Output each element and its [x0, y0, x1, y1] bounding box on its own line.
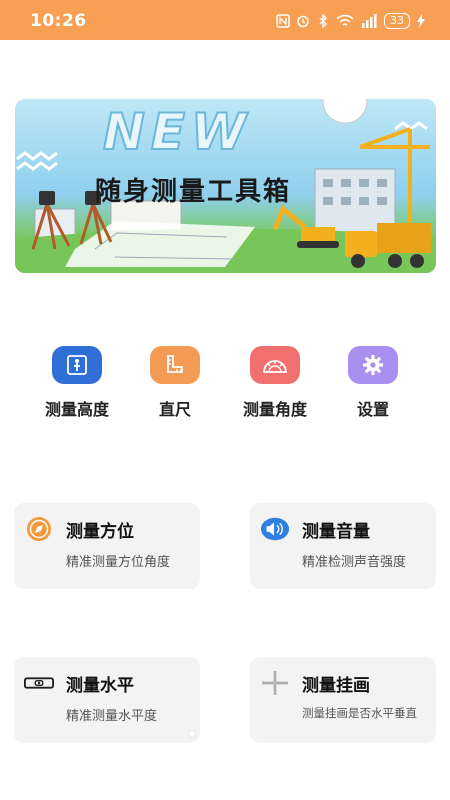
banner-new-text: NEW: [102, 102, 253, 162]
protractor-icon: [250, 346, 300, 384]
gear-icon: [348, 346, 398, 384]
tool-label: 测量高度: [44, 400, 109, 419]
card-header: 测量方位: [24, 515, 134, 543]
card-header: 测量挂画: [260, 669, 370, 697]
tool-label: 设置: [356, 400, 389, 419]
banner-title: 随身测量工具箱: [95, 177, 292, 207]
ruler-icon: [150, 346, 200, 384]
signal-icon: [362, 14, 377, 28]
status-time: 10:26: [30, 11, 87, 31]
card-subtitle: 精准测量方位角度: [66, 555, 171, 570]
crosshair-icon: [260, 669, 290, 697]
tool-settings[interactable]: 设置: [323, 346, 423, 420]
card-measure-volume[interactable]: 测量音量 精准检测声音强度: [250, 503, 436, 589]
card-subtitle: 测量挂画是否水平垂直: [302, 706, 417, 720]
card-title: 测量挂画: [302, 675, 370, 696]
promo-banner[interactable]: NEW 随身测量工具箱: [15, 99, 436, 273]
tool-measure-angle[interactable]: 测量角度: [225, 346, 325, 420]
level-icon: [24, 669, 54, 697]
status-bar: 10:26 33: [0, 0, 450, 40]
wifi-icon: [336, 14, 354, 26]
status-icons: 33: [276, 12, 426, 30]
card-subtitle: 精准测量水平度: [66, 709, 158, 724]
nfc-icon: [276, 14, 290, 28]
card-measure-direction[interactable]: 测量方位 精准测量方位角度: [14, 503, 200, 589]
tool-grid: 测量高度 直尺 测量角度 设置: [0, 346, 450, 426]
card-header: 测量音量: [260, 515, 370, 543]
card-title: 测量方位: [66, 521, 134, 542]
card-header: 测量水平: [24, 669, 134, 697]
card-subtitle: 精准检测声音强度: [302, 555, 407, 570]
card-measure-level[interactable]: 测量水平 精准测量水平度: [14, 657, 200, 743]
sound-icon: [260, 515, 290, 543]
card-title: 测量音量: [302, 521, 370, 542]
card-measure-picture-hanging[interactable]: 测量挂画 测量挂画是否水平垂直: [250, 657, 436, 743]
tool-label: 直尺: [158, 400, 191, 419]
compass-icon: [24, 515, 54, 543]
bluetooth-icon: [319, 14, 327, 28]
floating-dot: [189, 731, 195, 737]
card-title: 测量水平: [66, 675, 134, 696]
tool-measure-height[interactable]: 测量高度: [27, 346, 127, 420]
tool-ruler[interactable]: 直尺: [125, 346, 225, 420]
battery-level: 33: [384, 13, 410, 29]
charging-icon: [417, 14, 425, 28]
tool-label: 测量角度: [242, 400, 307, 419]
person-height-icon: [52, 346, 102, 384]
alarm-icon: [297, 15, 309, 28]
